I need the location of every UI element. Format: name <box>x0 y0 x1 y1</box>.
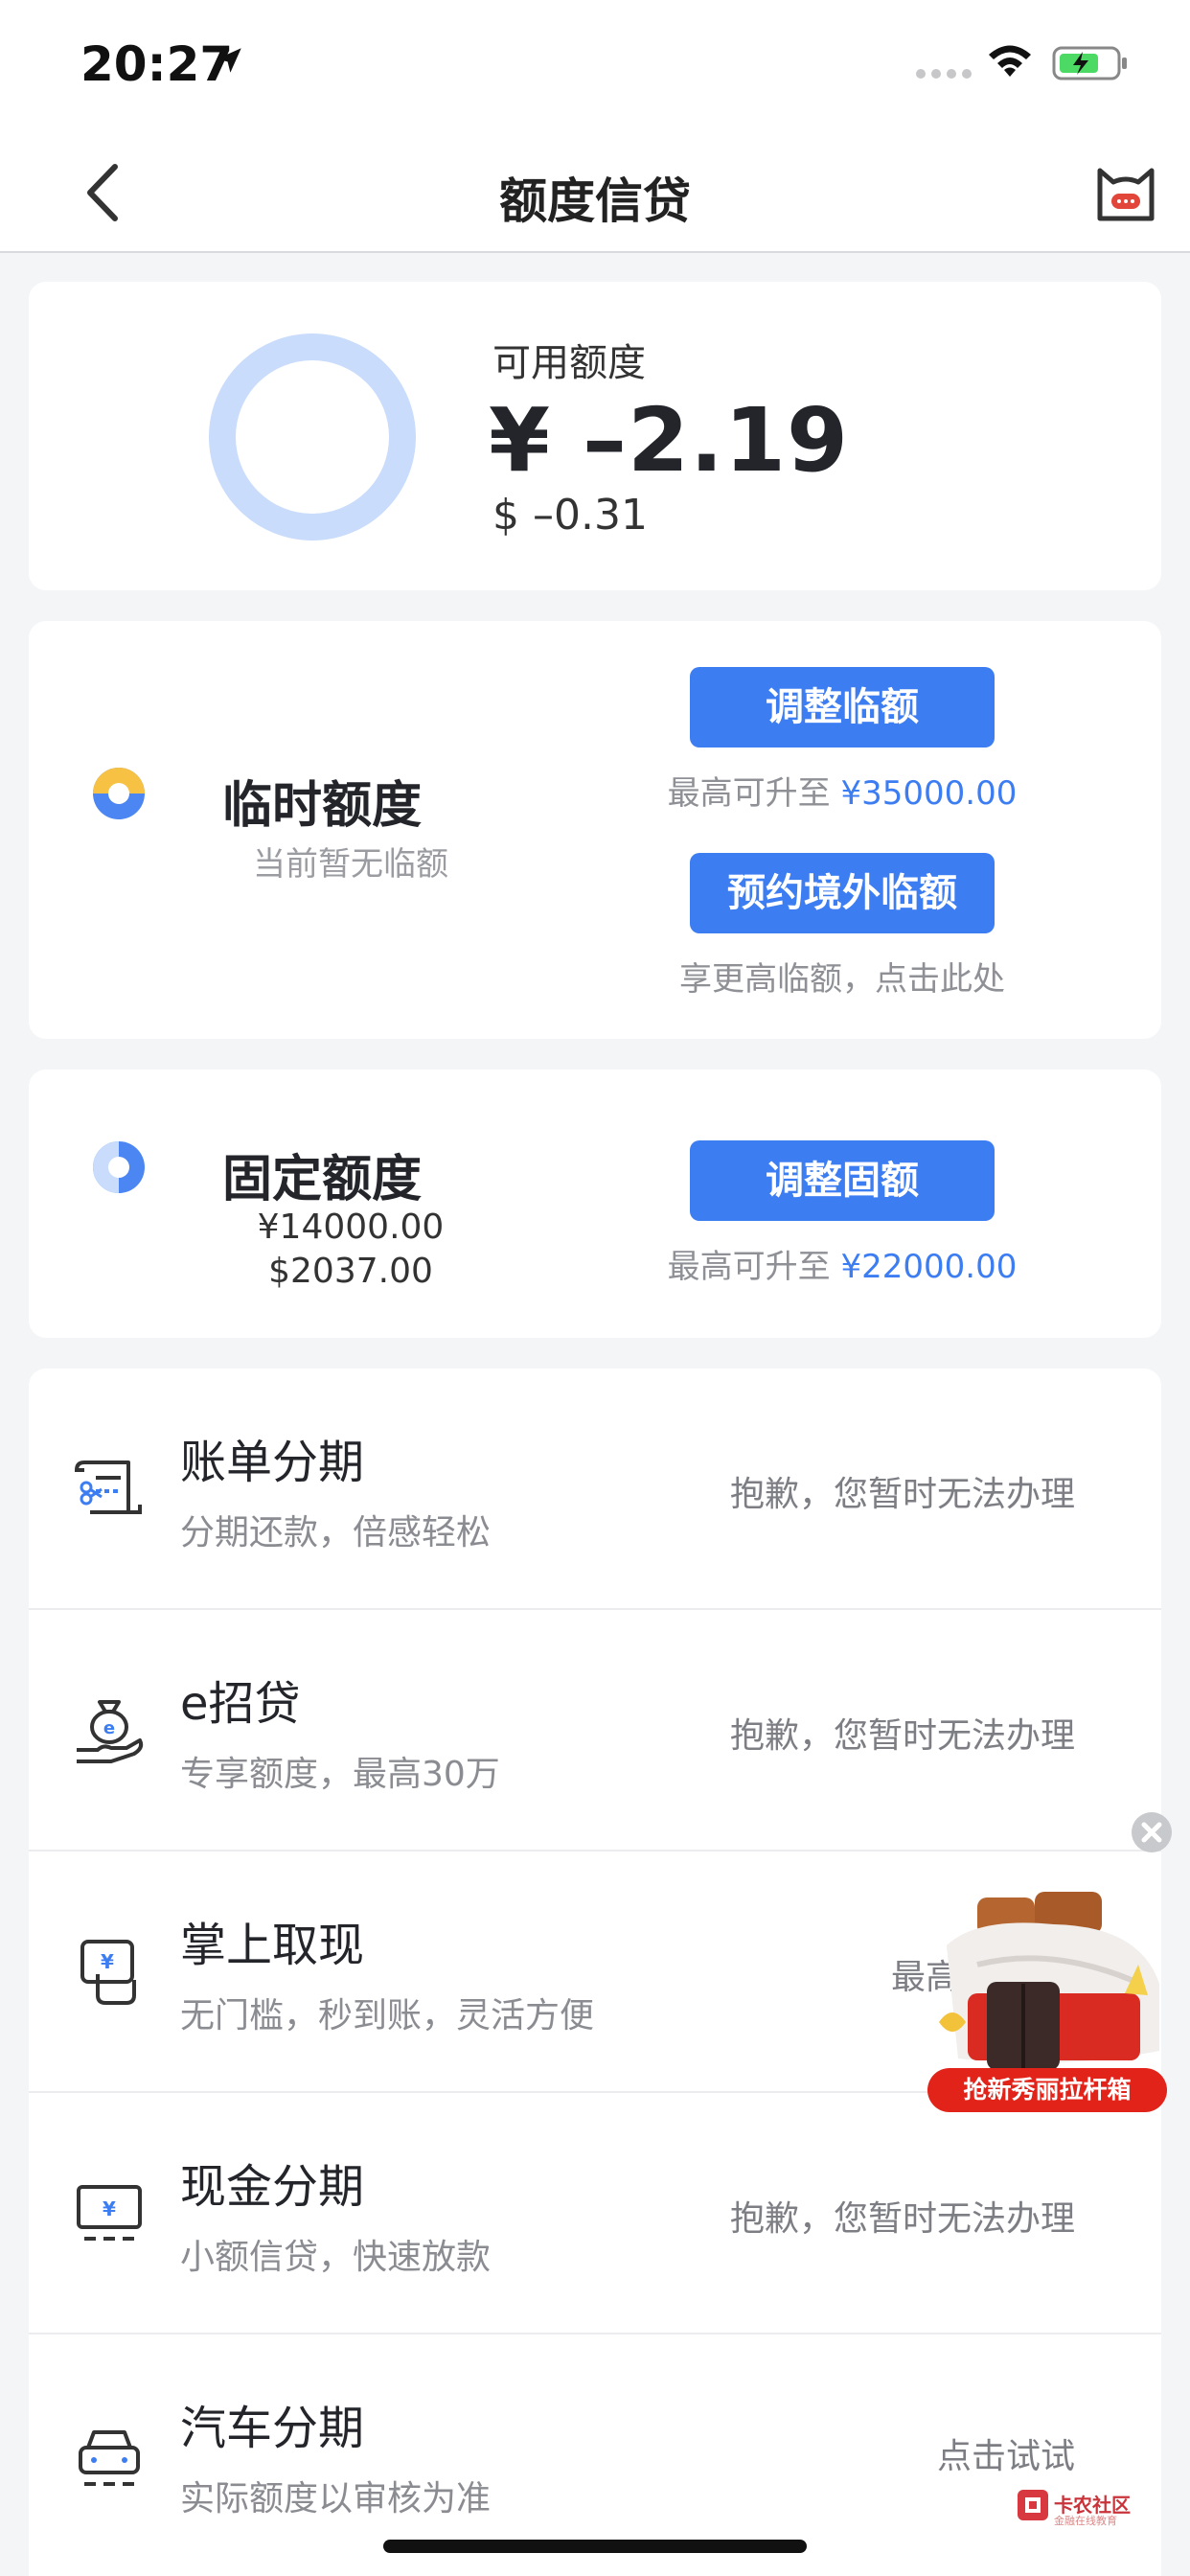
battery-icon <box>1052 46 1127 80</box>
hint-max-value: ¥22000.00 <box>840 1248 1018 1286</box>
car-icon <box>79 2430 140 2486</box>
svg-text:e: e <box>103 1718 115 1738</box>
cash-installment-icon: ¥ <box>77 2185 142 2241</box>
watermark-subtext: 金融在线教育 <box>1054 2515 1117 2527</box>
bill-installment-icon <box>74 1460 142 1514</box>
fixed-limit-cny: ¥14000.00 <box>257 1208 445 1247</box>
item-subtitle: 专享额度，最高30万 <box>180 1755 500 1794</box>
item-title: 现金分期 <box>180 2160 365 2214</box>
available-limit-usd: $ –0.31 <box>492 491 648 540</box>
item-subtitle: 分期还款，倍感轻松 <box>180 1513 492 1552</box>
adjust-fixed-limit-button[interactable]: 调整固额 <box>690 1140 995 1221</box>
cat-mascot-icon[interactable] <box>1092 159 1159 226</box>
available-limit-cny: ¥ –2.19 <box>489 389 850 492</box>
book-overseas-limit-button[interactable]: 预约境外临额 <box>690 853 995 933</box>
item-subtitle: 小额信贷，快速放款 <box>180 2238 492 2277</box>
temp-limit-subtitle: 当前暂无临额 <box>253 845 448 884</box>
fixed-limit-usd: $2037.00 <box>268 1252 433 1291</box>
temp-limit-title: 临时额度 <box>222 777 423 835</box>
fixed-limit-pie-icon <box>93 1141 145 1193</box>
status-bar: 20:27 <box>0 0 1190 134</box>
temp-limit-max-hint: 最高可升至 ¥35000.00 <box>623 767 1062 814</box>
list-item-e-loan[interactable]: e e招贷 专享额度，最高30万 抱歉，您暂时无法办理 <box>29 1610 1161 1852</box>
hint-prefix: 最高可升至 <box>667 1248 841 1286</box>
home-indicator[interactable] <box>383 2540 807 2553</box>
page-title: 额度信贷 <box>499 173 691 229</box>
ad-promo-banner[interactable]: 抢新秀丽拉杆箱 <box>927 2068 1167 2112</box>
community-logo-icon <box>1018 2490 1048 2520</box>
list-item-bill-installment[interactable]: 账单分期 分期还款，倍感轻松 抱歉，您暂时无法办理 <box>29 1368 1161 1610</box>
hint-prefix: 最高可升至 <box>667 774 841 813</box>
item-title: 账单分期 <box>180 1436 365 1489</box>
status-time: 20:27 <box>80 36 234 92</box>
fixed-limit-max-hint: 最高可升至 ¥22000.00 <box>623 1240 1062 1287</box>
location-arrow-icon <box>217 48 241 73</box>
item-title: 掌上取现 <box>180 1919 365 1972</box>
item-status: 抱歉，您暂时无法办理 <box>729 1475 1075 1514</box>
adjust-temp-limit-button[interactable]: 调整临额 <box>690 667 995 748</box>
available-limit-card: 可用额度 ¥ –2.19 $ –0.31 <box>29 282 1161 590</box>
temp-limit-pie-icon <box>93 768 145 819</box>
list-item-cash-installment[interactable]: ¥ 现金分期 小额信贷，快速放款 抱歉，您暂时无法办理 <box>29 2093 1161 2334</box>
svg-text:¥: ¥ <box>101 1950 114 1973</box>
item-status: 点击试试 <box>936 2437 1075 2476</box>
temporary-limit-card: 临时额度 当前暂无临额 调整临额 最高可升至 ¥35000.00 预约境外临额 … <box>29 621 1161 1039</box>
overseas-limit-hint[interactable]: 享更高临额，点击此处 <box>623 953 1062 1000</box>
nav-bar: 额度信贷 <box>0 134 1190 253</box>
fixed-limit-title: 固定额度 <box>222 1151 423 1208</box>
limit-ring-chart <box>209 334 416 540</box>
item-title: 汽车分期 <box>180 2402 365 2455</box>
item-status: 抱歉，您暂时无法办理 <box>729 2199 1075 2239</box>
fixed-limit-card: 固定额度 ¥14000.00 $2037.00 调整固额 最高可升至 ¥2200… <box>29 1070 1161 1338</box>
item-subtitle: 无门槛，秒到账，灵活方便 <box>180 1996 595 2036</box>
item-status: 抱歉，您暂时无法办理 <box>729 1716 1075 1756</box>
cellular-signal-icon <box>916 69 972 79</box>
ad-luggage-bedding-image[interactable] <box>920 1878 1179 2080</box>
item-subtitle: 实际额度以审核为准 <box>180 2479 492 2518</box>
money-bag-icon: e <box>77 1700 144 1763</box>
item-title: e招贷 <box>180 1677 301 1731</box>
ad-close-icon[interactable] <box>1131 1811 1173 1853</box>
wifi-icon <box>989 45 1031 77</box>
svg-text:¥: ¥ <box>103 2197 116 2220</box>
available-limit-label: 可用额度 <box>492 341 646 385</box>
cash-withdraw-icon: ¥ <box>80 1940 136 2005</box>
hint-max-value: ¥35000.00 <box>840 774 1018 813</box>
